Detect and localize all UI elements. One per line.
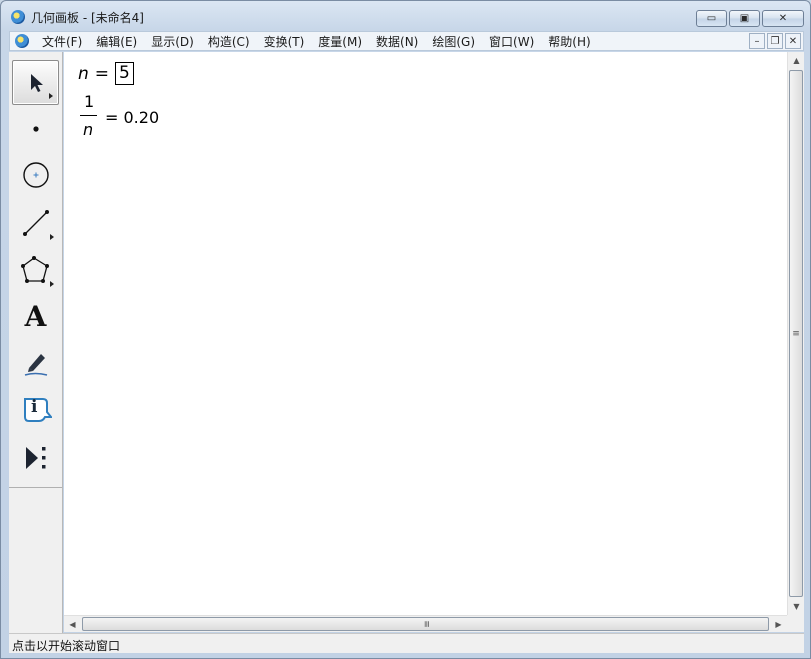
info-glyph: i (31, 397, 38, 417)
document-icon[interactable] (15, 34, 29, 48)
submenu-triangle-icon (50, 234, 54, 240)
menu-file[interactable]: 文件(F) (35, 33, 89, 50)
maximize-icon: ▣ (739, 13, 750, 24)
straightedge-tool[interactable] (12, 200, 59, 245)
point-tool[interactable] (12, 106, 59, 151)
compass-tool[interactable] (12, 152, 59, 197)
grip-icon: ≡ (792, 328, 800, 339)
submenu-triangle-icon (50, 281, 54, 287)
toolbox-divider (9, 487, 62, 488)
point-icon (32, 125, 39, 132)
close-icon: ✕ (778, 13, 788, 24)
minimize-icon: – (754, 35, 760, 47)
horizontal-scrollbar[interactable]: ◀ ≡ ▶ (64, 615, 787, 632)
menu-window[interactable]: 窗口(W) (482, 33, 541, 50)
scroll-right-arrow-icon[interactable]: ▶ (770, 616, 787, 633)
toolbox: A i (9, 52, 63, 633)
fraction-numerator: 1 (84, 92, 95, 111)
letter-a-icon: A (24, 300, 47, 333)
window-controls: ▭ ▣ ✕ (696, 10, 804, 27)
marker-tool[interactable] (12, 340, 59, 385)
sketch-canvas[interactable]: n = 5 1 n = 0.20 (64, 52, 787, 615)
menu-help[interactable]: 帮助(H) (541, 33, 597, 50)
minimize-button[interactable]: ▭ (696, 10, 727, 27)
vertical-scrollbar[interactable]: ▲ ≡ ▼ (787, 52, 804, 615)
menu-display[interactable]: 显示(D) (144, 33, 201, 50)
doc-minimize-button[interactable]: – (749, 33, 765, 49)
scrollbar-corner (787, 615, 804, 632)
marker-pen-icon (24, 353, 47, 376)
select-arrow-tool[interactable] (12, 60, 59, 105)
parameter-n[interactable]: n = 5 (78, 62, 134, 85)
app-window: 几何画板 - [未命名4] ▭ ▣ ✕ 文件(F) 编辑(E) 显示(D) 构造… (0, 0, 811, 659)
vertical-scroll-thumb[interactable]: ≡ (789, 70, 803, 597)
param-name: n (78, 63, 89, 84)
fraction-denominator: n (83, 120, 94, 139)
pentagon-icon (20, 255, 49, 283)
menu-transform[interactable]: 变换(T) (257, 33, 312, 50)
horizontal-scroll-thumb[interactable]: ≡ (82, 617, 769, 631)
menu-edit[interactable]: 编辑(E) (89, 33, 144, 50)
menu-construct[interactable]: 构造(C) (201, 33, 257, 50)
custom-tools[interactable] (12, 435, 59, 480)
menu-number[interactable]: 数据(N) (369, 33, 425, 50)
scroll-left-arrow-icon[interactable]: ◀ (64, 616, 81, 633)
circle-icon (22, 161, 49, 188)
status-bar: 点击以开始滚动窗口 (9, 633, 804, 653)
window-title: 几何画板 - [未命名4] (31, 11, 144, 25)
menu-measure[interactable]: 度量(M) (311, 33, 369, 50)
menu-graph[interactable]: 绘图(G) (425, 33, 482, 50)
minimize-icon: ▭ (706, 13, 717, 24)
scroll-up-arrow-icon[interactable]: ▲ (788, 52, 805, 69)
restore-icon: ❐ (770, 35, 780, 47)
polygon-tool[interactable] (12, 247, 59, 292)
param-equals: = (94, 63, 110, 84)
arrow-icon (30, 73, 43, 92)
maximize-button[interactable]: ▣ (729, 10, 760, 27)
submenu-triangle-icon (49, 93, 53, 99)
calculation-result: = 0.20 (105, 108, 160, 127)
status-text: 点击以开始滚动窗口 (12, 639, 121, 653)
close-button[interactable]: ✕ (762, 10, 804, 27)
close-icon: ✕ (788, 35, 798, 47)
scroll-down-arrow-icon[interactable]: ▼ (788, 598, 805, 615)
text-tool[interactable]: A (12, 294, 59, 339)
menu-bar: 文件(F) 编辑(E) 显示(D) 构造(C) 变换(T) 度量(M) 数据(N… (9, 31, 804, 51)
fraction-bar (80, 115, 97, 116)
param-value-box[interactable]: 5 (115, 62, 134, 85)
sketchpad-app-icon[interactable] (11, 10, 25, 24)
play-menu-icon (25, 446, 45, 469)
document-window-controls: – ❐ ✕ (749, 33, 801, 49)
line-segment-icon (22, 209, 49, 236)
information-tool[interactable]: i (12, 387, 59, 432)
grip-icon: ≡ (420, 620, 431, 628)
doc-close-button[interactable]: ✕ (785, 33, 801, 49)
doc-restore-button[interactable]: ❐ (767, 33, 783, 49)
title-bar[interactable]: 几何画板 - [未命名4] ▭ ▣ ✕ (1, 1, 810, 31)
